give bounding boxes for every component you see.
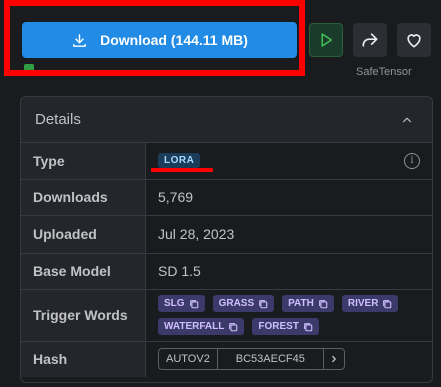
details-table: Type LORA i Downloads 5,769 Uploaded Jul… xyxy=(21,143,432,377)
table-row-type: Type LORA i xyxy=(21,143,432,180)
details-panel: Details Type LORA i Downloads 5,769 Uplo… xyxy=(20,96,433,383)
table-row-hash: Hash AUTOV2 BC53AECF45 xyxy=(21,341,432,377)
table-row-downloads: Downloads 5,769 xyxy=(21,179,432,216)
red-underline-annotation xyxy=(151,168,213,173)
row-label: Uploaded xyxy=(21,215,146,254)
download-button-label: Download (144.11 MB) xyxy=(100,32,248,48)
chevron-up-icon[interactable] xyxy=(400,113,414,127)
play-icon xyxy=(321,33,332,47)
play-button[interactable] xyxy=(309,23,343,57)
trigger-word-chip[interactable]: SLG xyxy=(158,295,205,312)
base-model-value: SD 1.5 xyxy=(145,253,432,290)
file-format-label: SafeTensor xyxy=(356,66,412,78)
hash-algorithm[interactable]: AUTOV2 xyxy=(159,349,218,370)
share-button[interactable] xyxy=(353,23,387,57)
downloads-value: 5,769 xyxy=(145,179,432,216)
like-button[interactable] xyxy=(397,23,431,57)
row-label: Downloads xyxy=(21,179,146,216)
table-row-base-model: Base Model SD 1.5 xyxy=(21,253,432,290)
row-label: Base Model xyxy=(21,253,146,290)
details-header[interactable]: Details xyxy=(21,97,432,143)
trigger-word-list: SLG GRASS PATH RIVER WATERFALL FOREST xyxy=(158,295,408,335)
row-label: Type xyxy=(21,143,146,180)
chevron-right-icon xyxy=(331,356,336,363)
trigger-word-chip[interactable]: GRASS xyxy=(212,295,275,312)
row-label: Trigger Words xyxy=(21,289,146,342)
trigger-word-chip[interactable]: PATH xyxy=(282,295,334,312)
info-icon[interactable]: i xyxy=(404,152,420,169)
type-badge-text: LORA xyxy=(164,155,195,167)
trigger-word-chip[interactable]: WATERFALL xyxy=(158,318,245,335)
download-icon xyxy=(73,33,86,47)
trigger-word-chip[interactable]: FOREST xyxy=(252,318,319,335)
copy-icon[interactable] xyxy=(228,322,238,332)
share-icon xyxy=(362,33,378,47)
table-row-trigger-words: Trigger Words SLG GRASS PATH RIVER WATER… xyxy=(21,289,432,342)
copy-icon[interactable] xyxy=(318,299,328,309)
type-badge: LORA xyxy=(151,153,213,173)
trigger-word-chip[interactable]: RIVER xyxy=(341,295,399,312)
row-label: Hash xyxy=(21,341,146,377)
download-button[interactable]: Download (144.11 MB) xyxy=(22,22,297,58)
next-hash-button[interactable] xyxy=(324,349,344,369)
partial-hidden-row xyxy=(24,64,178,76)
copy-icon[interactable] xyxy=(382,299,392,309)
details-title: Details xyxy=(35,111,81,128)
hash-value[interactable]: BC53AECF45 xyxy=(218,349,324,370)
copy-icon[interactable] xyxy=(303,322,313,332)
copy-icon[interactable] xyxy=(189,299,199,309)
table-row-uploaded: Uploaded Jul 28, 2023 xyxy=(21,215,432,254)
hash-selector: AUTOV2 BC53AECF45 xyxy=(158,348,345,371)
copy-icon[interactable] xyxy=(258,299,268,309)
uploaded-value: Jul 28, 2023 xyxy=(145,215,432,254)
heart-icon xyxy=(407,34,421,48)
model-action-bar: Download (144.11 MB) SafeTensor xyxy=(0,0,441,100)
